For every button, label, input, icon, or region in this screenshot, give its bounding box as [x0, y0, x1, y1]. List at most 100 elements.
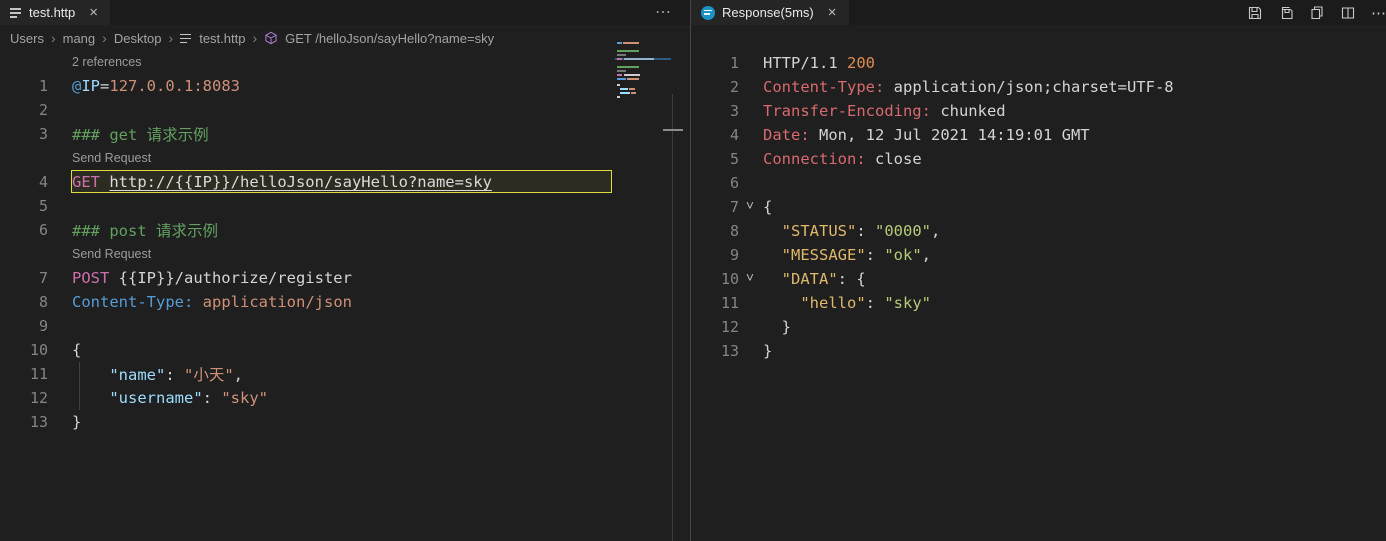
code-line: 2: [0, 98, 690, 122]
minimap-line: [617, 96, 620, 98]
send-request-link[interactable]: Send Request: [72, 151, 151, 165]
line-number: 3: [729, 102, 739, 120]
line-number: 5: [38, 197, 48, 215]
line-number: 2: [38, 101, 48, 119]
send-request-link[interactable]: Send Request: [72, 247, 151, 261]
minimap-line: [617, 74, 622, 76]
code-line: 5 Connection: close: [691, 147, 1386, 171]
code-text: Connection: close: [763, 150, 922, 168]
line-number: 4: [729, 126, 739, 144]
line-number: 4: [38, 173, 48, 191]
minimap-line: [617, 66, 639, 68]
fold-chevron-down-icon[interactable]: ˅: [741, 267, 759, 289]
fold-chevron-down-icon[interactable]: ˅: [741, 195, 759, 217]
line-number: 13: [29, 413, 48, 431]
minimap-line: [617, 84, 620, 86]
code-line: 9 "MESSAGE": "ok",: [691, 243, 1386, 267]
line-number: 8: [729, 222, 739, 240]
code-line: 10 {: [0, 338, 690, 362]
line-number: 12: [29, 389, 48, 407]
codelens-row: Send Request: [0, 146, 690, 170]
minimap-line: [617, 42, 622, 44]
minimap-line: [620, 92, 630, 94]
code-text: {: [763, 198, 773, 216]
line-number: 1: [729, 54, 739, 72]
line-number: 5: [729, 150, 739, 168]
line-number: 8: [38, 293, 48, 311]
code-text: "username": "sky": [109, 389, 268, 407]
overview-ruler-marker: [663, 129, 683, 131]
minimap-line: [617, 50, 639, 52]
minimap-line: [617, 54, 626, 56]
line-number: 2: [729, 78, 739, 96]
line-number: 12: [720, 318, 739, 336]
code-line: 6: [691, 171, 1386, 195]
line-number: 11: [29, 365, 48, 383]
code-line: 1 HTTP/1.1 200: [691, 51, 1386, 75]
code-line: 8 Content-Type: application/json: [0, 290, 690, 314]
minimap[interactable]: [615, 40, 673, 98]
code-text: "STATUS": "0000",: [781, 222, 941, 240]
code-line: 12 "username": "sky": [0, 386, 690, 410]
code-line: 3 Transfer-Encoding: chunked: [691, 99, 1386, 123]
code-line: 7 POST {{IP}}/authorize/register: [0, 266, 690, 290]
code-line: 2 Content-Type: application/json;charset=…: [691, 75, 1386, 99]
minimap-line: [627, 78, 639, 80]
code-line: 4 GET http://{{IP}}/helloJson/sayHello?na…: [0, 170, 690, 194]
code-line: 10 ˅ "DATA": {: [691, 267, 1386, 291]
editor-test-http[interactable]: 2 references 1 @IP=127.0.0.1:8083 2 3 ### get…: [0, 0, 690, 541]
line-number: 3: [38, 125, 48, 143]
code-line: 9: [0, 314, 690, 338]
code-text: "hello": "sky": [800, 294, 931, 312]
code-text: {: [72, 341, 82, 359]
code-text: "name": "小天",: [109, 366, 244, 384]
minimap-line: [624, 74, 640, 76]
minimap-line: [617, 58, 622, 60]
code-line: 11 "hello": "sky": [691, 291, 1386, 315]
minimap-line: [617, 70, 626, 72]
code-line: 11 "name": "小天",: [0, 362, 690, 386]
code-text: ### get 请求示例: [72, 126, 209, 144]
line-number: 11: [720, 294, 739, 312]
code-line: 12 }: [691, 315, 1386, 339]
code-line: 7 ˅{: [691, 195, 1386, 219]
minimap-line: [623, 42, 639, 44]
minimap-line: [617, 78, 626, 80]
minimap-line: [631, 92, 636, 94]
code-text: }: [72, 413, 82, 431]
line-number: 9: [38, 317, 48, 335]
line-number: 1: [38, 77, 48, 95]
line-number: 10: [29, 341, 48, 359]
code-text: }: [763, 342, 773, 360]
minimap-line: [629, 88, 635, 90]
code-text: Transfer-Encoding: chunked: [763, 102, 1006, 120]
code-text: @IP=127.0.0.1:8083: [72, 77, 241, 95]
line-number: 7: [729, 198, 739, 216]
overview-ruler: [672, 94, 673, 541]
code-line: 13}: [691, 339, 1386, 363]
code-line: 3 ### get 请求示例: [0, 122, 690, 146]
code-line: 13}: [0, 410, 690, 434]
codelens-row: Send Request: [0, 242, 690, 266]
code-line: 5: [0, 194, 690, 218]
code-text: Content-Type: application/json;charset=U…: [763, 78, 1174, 96]
code-line: 1 @IP=127.0.0.1:8083: [0, 74, 690, 98]
code-text: POST {{IP}}/authorize/register: [72, 269, 352, 287]
code-text: ### post 请求示例: [72, 222, 218, 240]
code-line: 6 ### post 请求示例: [0, 218, 690, 242]
code-text: "DATA": {: [781, 270, 866, 288]
code-text: "MESSAGE": "ok",: [781, 246, 932, 264]
references-codelens[interactable]: 2 references: [72, 55, 141, 69]
line-number: 6: [729, 174, 739, 192]
line-number: 7: [38, 269, 48, 287]
code-line: 4 Date: Mon, 12 Jul 2021 14:19:01 GMT: [691, 123, 1386, 147]
code-text: }: [763, 318, 791, 336]
line-number: 10: [720, 270, 739, 288]
code-text: GET http://{{IP}}/helloJson/sayHello?nam…: [72, 173, 492, 191]
editor-response[interactable]: 1 HTTP/1.1 200 2 Content-Type: application/…: [691, 0, 1386, 541]
code-text: Content-Type: application/json: [72, 293, 352, 311]
line-number: 6: [38, 221, 48, 239]
code-text: HTTP/1.1 200: [763, 54, 875, 72]
line-number: 9: [729, 246, 739, 264]
codelens-row: 2 references: [0, 50, 690, 74]
